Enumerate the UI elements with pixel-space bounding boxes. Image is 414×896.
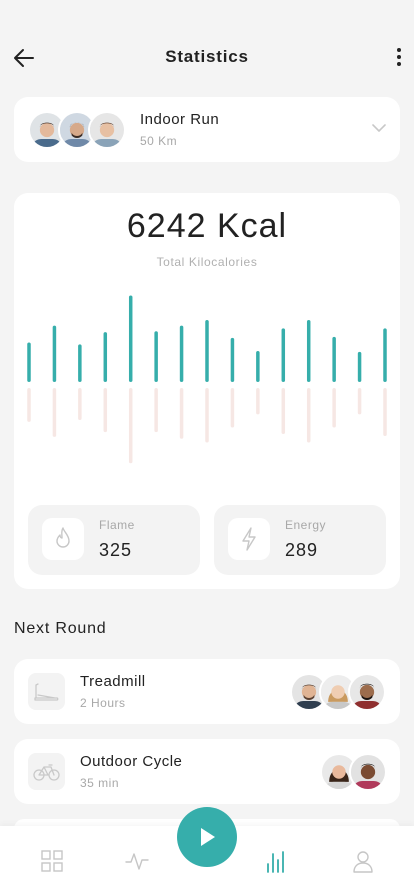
chart-bar-up: [256, 350, 260, 382]
chart-bar-up: [78, 344, 82, 382]
chart-bar-down: [27, 388, 31, 422]
chart-bar-up: [332, 336, 336, 382]
flame-value: 325: [99, 540, 133, 560]
chart-bar-up: [103, 332, 108, 382]
treadmill-icon: [28, 673, 65, 710]
chart-bar-down: [52, 388, 57, 437]
chart-bar-down: [78, 388, 82, 420]
calories-card: 6242 Kcal Total Kilocalories Flame 325 E…: [14, 193, 400, 589]
participant-avatars: [290, 673, 386, 711]
round-name: Treadmill: [80, 673, 146, 690]
chart-bar-up: [357, 351, 362, 382]
chart-bar-down: [205, 388, 209, 443]
chart-bar-up: [52, 325, 57, 382]
activity-name: Indoor Run: [140, 111, 220, 128]
profile-icon[interactable]: [350, 848, 376, 874]
lightning-icon: [228, 518, 270, 560]
page-title: Statistics: [165, 47, 249, 66]
activity-distance: 50 Km: [140, 134, 178, 148]
energy-value: 289: [285, 540, 319, 560]
bicycle-icon: [28, 753, 65, 790]
chart-bar-down: [230, 388, 235, 428]
grid-icon[interactable]: [39, 848, 65, 874]
play-button[interactable]: [177, 807, 237, 867]
chart-bar-down: [332, 388, 336, 428]
header: Statistics: [0, 0, 414, 110]
avatar: [88, 111, 126, 149]
chart-bar-down: [281, 388, 286, 435]
chart-bar-down: [154, 388, 158, 433]
round-item-treadmill[interactable]: Treadmill 2 Hours: [14, 659, 400, 724]
activity-selector[interactable]: Indoor Run 50 Km: [14, 97, 400, 162]
flame-icon: [42, 518, 84, 560]
chart-bar-up: [281, 328, 286, 382]
calories-bar-chart: [27, 295, 387, 464]
more-options-icon[interactable]: [394, 46, 404, 70]
round-duration: 35 min: [80, 776, 120, 790]
chart-bar-down: [306, 388, 311, 443]
energy-metric: Energy 289: [214, 505, 386, 575]
chart-bar-up: [179, 325, 184, 382]
chart-bar-up: [27, 342, 31, 382]
chart-bar-up: [306, 319, 311, 382]
stats-icon[interactable]: [263, 848, 289, 874]
chart-bar-down: [383, 388, 387, 436]
chart-bar-up: [205, 319, 209, 382]
chart-bar-down: [128, 388, 133, 464]
chart-bar-up: [128, 295, 133, 382]
avatar: [349, 753, 387, 791]
play-icon: [201, 828, 215, 846]
chart-bar-down: [357, 388, 362, 415]
total-calories-label: Total Kilocalories: [156, 255, 258, 269]
energy-label: Energy: [285, 518, 327, 532]
round-duration: 2 Hours: [80, 696, 126, 710]
chart-bar-down: [256, 388, 260, 415]
total-calories: 6242 Kcal: [126, 207, 288, 245]
chart-bar-up: [154, 331, 158, 382]
flame-label: Flame: [99, 518, 135, 532]
next-round-title: Next Round: [14, 620, 107, 637]
round-name: Outdoor Cycle: [80, 753, 183, 770]
avatar: [348, 673, 386, 711]
flame-metric: Flame 325: [28, 505, 200, 575]
chart-bar-down: [103, 388, 108, 433]
activity-icon[interactable]: [124, 848, 150, 874]
participant-avatars: [320, 753, 387, 791]
chart-bar-up: [230, 337, 235, 382]
chevron-down-icon[interactable]: [372, 123, 386, 133]
chart-bar-up: [383, 328, 387, 382]
round-item-outdoor-cycle[interactable]: Outdoor Cycle 35 min: [14, 739, 400, 804]
chart-bar-down: [179, 388, 184, 439]
